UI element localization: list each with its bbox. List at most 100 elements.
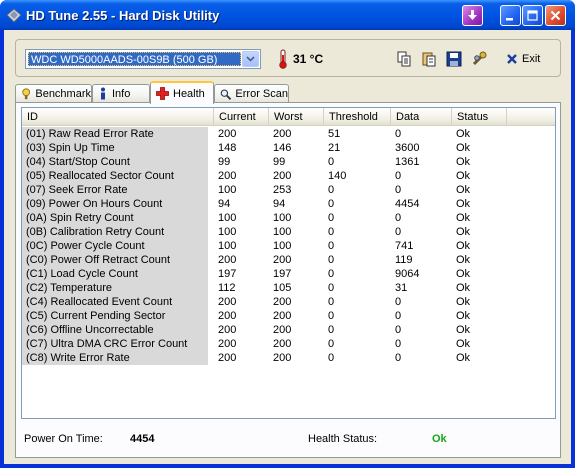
- column-header-threshold[interactable]: Threshold: [324, 108, 391, 126]
- copy-text-icon[interactable]: [421, 51, 437, 67]
- cell-current: 197: [218, 268, 237, 280]
- cell-current: 200: [218, 254, 237, 266]
- cell-current: 200: [218, 338, 237, 350]
- cell-threshold: 0: [328, 240, 335, 252]
- table-row[interactable]: (04) Start/Stop Count 99 99 0 1361 Ok: [22, 155, 555, 169]
- cell-data: 0: [395, 310, 402, 322]
- cell-worst: 197: [273, 268, 292, 280]
- close-button[interactable]: [545, 5, 566, 26]
- cell-worst: 200: [273, 310, 292, 322]
- cell-data: 3600: [395, 142, 420, 154]
- maximize-icon: [527, 10, 538, 21]
- column-header-current[interactable]: Current: [214, 108, 269, 126]
- health-cross-icon: [156, 87, 169, 100]
- table-row[interactable]: (C2) Temperature 112 105 0 31 Ok: [22, 281, 555, 295]
- column-header-data[interactable]: Data: [391, 108, 452, 126]
- drive-dropdown[interactable]: WDC WD5000AADS-00S9B (500 GB): [25, 49, 261, 69]
- cell-status: Ok: [456, 282, 471, 294]
- title-bar[interactable]: HD Tune 2.55 - Hard Disk Utility: [0, 0, 575, 30]
- cell-current: 200: [218, 296, 237, 308]
- health-status-label: Health Status:: [308, 433, 378, 445]
- cell-status: Ok: [456, 226, 471, 238]
- copy-icon[interactable]: [396, 51, 412, 67]
- table-row[interactable]: (C4) Reallocated Event Count 200 200 0 0 Ok: [22, 295, 555, 309]
- table-row[interactable]: (C6) Offline Uncorrectable 200 200 0 0 Ok: [22, 323, 555, 337]
- cell-status: Ok: [456, 184, 471, 196]
- cell-data: 0: [395, 170, 402, 182]
- table-row[interactable]: (01) Raw Read Error Rate 200 200 51 0 Ok: [22, 127, 555, 141]
- table-row[interactable]: (09) Power On Hours Count 94 94 0 4454 Ok: [22, 197, 555, 211]
- search-icon: [220, 88, 232, 100]
- cell-id: (0B) Calibration Retry Count: [22, 225, 208, 239]
- cell-threshold: 0: [328, 352, 335, 364]
- cell-status: Ok: [456, 338, 471, 350]
- cell-id: (09) Power On Hours Count: [22, 197, 208, 211]
- cell-current: 100: [218, 240, 237, 252]
- down-arrow-icon: [468, 10, 477, 20]
- column-header-worst[interactable]: Worst: [269, 108, 324, 126]
- tab-error-scan[interactable]: Error Scan: [214, 84, 289, 103]
- cell-threshold: 0: [328, 226, 335, 238]
- table-row[interactable]: (C8) Write Error Rate 200 200 0 0 Ok: [22, 351, 555, 365]
- cell-current: 200: [218, 128, 237, 140]
- health-panel: ID Current Worst Threshold Data Status (…: [15, 102, 561, 458]
- cell-threshold: 0: [328, 184, 335, 196]
- download-button[interactable]: [462, 5, 483, 26]
- cell-threshold: 51: [328, 128, 341, 140]
- cell-threshold: 0: [328, 310, 335, 322]
- cell-threshold: 0: [328, 338, 335, 350]
- close-icon: [550, 10, 561, 21]
- cell-data: 0: [395, 184, 402, 196]
- cell-status: Ok: [456, 198, 471, 210]
- chevron-down-icon: [246, 56, 255, 62]
- cell-data: 0: [395, 212, 402, 224]
- options-icon[interactable]: [471, 51, 487, 67]
- cell-id: (C2) Temperature: [22, 281, 208, 295]
- table-row[interactable]: (0A) Spin Retry Count 100 100 0 0 Ok: [22, 211, 555, 225]
- cell-data: 119: [395, 254, 413, 266]
- cell-status: Ok: [456, 142, 471, 154]
- column-header-id[interactable]: ID: [22, 108, 214, 126]
- table-row[interactable]: (C7) Ultra DMA CRC Error Count 200 200 0 0 Ok: [22, 337, 555, 351]
- info-icon: [101, 87, 105, 100]
- cell-worst: 146: [273, 142, 292, 154]
- cell-data: 4454: [395, 198, 420, 210]
- window-title: HD Tune 2.55 - Hard Disk Utility: [26, 8, 220, 23]
- table-row[interactable]: (03) Spin Up Time 148 146 21 3600 Ok: [22, 141, 555, 155]
- save-icon[interactable]: [446, 51, 462, 67]
- maximize-button[interactable]: [522, 5, 543, 26]
- cell-id: (C6) Offline Uncorrectable: [22, 323, 208, 337]
- exit-x-icon: [507, 54, 517, 64]
- cell-threshold: 0: [328, 296, 335, 308]
- table-row[interactable]: (0B) Calibration Retry Count 100 100 0 0 Ok: [22, 225, 555, 239]
- table-row[interactable]: (07) Seek Error Rate 100 253 0 0 Ok: [22, 183, 555, 197]
- table-row[interactable]: (C1) Load Cycle Count 197 197 0 9064 Ok: [22, 267, 555, 281]
- cell-id: (C4) Reallocated Event Count: [22, 295, 208, 309]
- table-row[interactable]: (05) Reallocated Sector Count 200 200 140 0 O…: [22, 169, 555, 183]
- cell-threshold: 0: [328, 156, 335, 168]
- power-on-time-label: Power On Time:: [24, 433, 103, 445]
- cell-worst: 105: [273, 282, 292, 294]
- table-row[interactable]: (C0) Power Off Retract Count 200 200 0 119 Ok: [22, 253, 555, 267]
- dropdown-arrow-button[interactable]: [242, 51, 259, 67]
- tab-health[interactable]: Health: [150, 81, 214, 104]
- thermometer-icon: [279, 49, 287, 69]
- tab-benchmark-label: Benchmark: [35, 88, 91, 100]
- cell-current: 100: [218, 212, 237, 224]
- exit-button[interactable]: Exit: [506, 50, 540, 68]
- cell-worst: 200: [273, 128, 292, 140]
- minimize-button[interactable]: [500, 5, 521, 26]
- cell-threshold: 0: [328, 282, 335, 294]
- cell-status: Ok: [456, 212, 471, 224]
- table-row[interactable]: (0C) Power Cycle Count 100 100 0 741 Ok: [22, 239, 555, 253]
- cell-status: Ok: [456, 128, 471, 140]
- cell-worst: 200: [273, 324, 292, 336]
- table-row[interactable]: (C5) Current Pending Sector 200 200 0 0 Ok: [22, 309, 555, 323]
- tab-info[interactable]: Info: [92, 84, 150, 103]
- cell-threshold: 0: [328, 324, 335, 336]
- cell-current: 100: [218, 184, 237, 196]
- cell-threshold: 21: [328, 142, 341, 154]
- smart-attributes-table[interactable]: ID Current Worst Threshold Data Status (…: [21, 107, 556, 419]
- tab-benchmark[interactable]: Benchmark: [15, 84, 92, 103]
- column-header-status[interactable]: Status: [452, 108, 507, 126]
